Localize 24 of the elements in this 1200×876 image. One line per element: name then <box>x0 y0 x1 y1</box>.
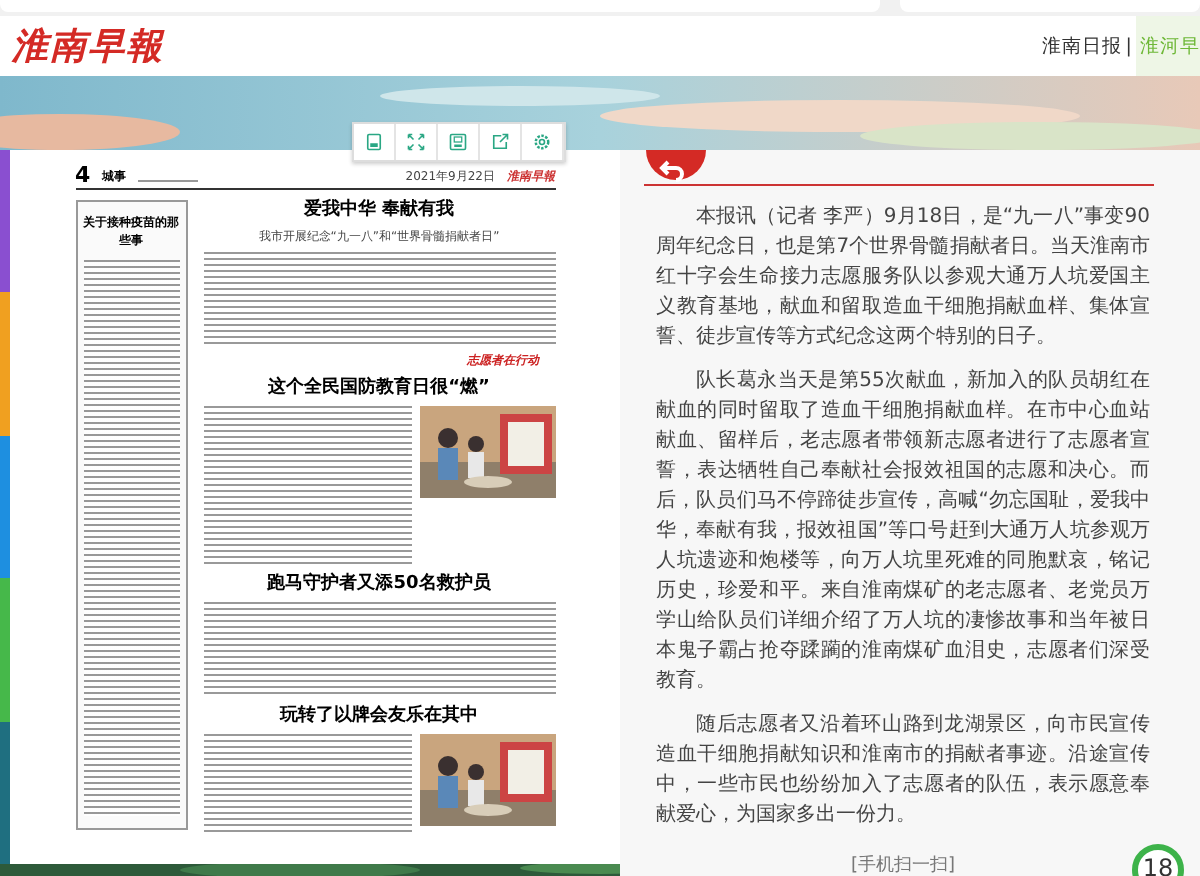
text-lines <box>138 180 199 186</box>
page-icon <box>364 132 384 152</box>
share-icon <box>490 132 510 152</box>
newspaper-logo[interactable]: 淮南早報 <box>12 22 164 70</box>
toolbar-button[interactable] <box>438 124 480 160</box>
scan-link[interactable]: [手机扫一扫] <box>850 852 956 876</box>
toolbar-button[interactable] <box>480 124 522 160</box>
toolbar-button[interactable] <box>522 124 564 160</box>
fullscreen-icon <box>406 132 426 152</box>
article-headline: 跑马守护者又添50名救护员 <box>267 574 491 596</box>
toolbar-button[interactable] <box>396 124 438 160</box>
back-button[interactable] <box>646 150 706 184</box>
separator: | <box>1123 35 1134 57</box>
settings-icon <box>532 132 552 152</box>
page-number: 4 <box>75 166 91 186</box>
article-headline: 这个全民国防教育日很“燃” <box>268 378 490 400</box>
toolbar-button[interactable] <box>354 124 396 160</box>
article-paragraph: 本报讯（记者 李严）9月18日，是“九一八”事变90周年纪念日，也是第7个世界骨髓捐献者日。当天淮南市红十字会生命接力志愿服务队以参观大通万人坑爱国主义教育基地，献血和留取造血干细胞捐献血样、集体宣誓、徒步宣传等方式纪念这两个特别的日子。 <box>656 203 1150 352</box>
article-headline: 爱我中华 奉献有我 <box>303 200 455 222</box>
site-link[interactable]: 淮南日报 <box>1037 16 1122 76</box>
save-icon <box>448 132 468 152</box>
article-paragraph: 随后志愿者又沿着环山路到龙湖景区，向市民宣传造血干细胞捐献知识和淮南市的捐献者事迹。沿途宣传中，一些市民也纷纷加入了志愿者的队伍，表示愿意奉献爱心，为国家多出一份力。 <box>656 711 1150 830</box>
article-paragraph: 队长葛永当天是第55次献血，新加入的队员胡红在献血的同时留取了造血干细胞捐献血样。在市中心血站献血、留样后，老志愿者带领新志愿者进行了志愿者宣誓，表达牺牲自己奉献社会报效祖国的志愿和决心。而后，队员们马不停蹄徒步宣传，高喊“勿忘国耻，爱我中华，奉献有我，报效祖国”等口号赶到大通万人坑参观万人坑遗迹和炮楼等，向万人坑里死难的同胞默哀，铭记历史，珍爱和平。来自淮南煤矿的老志愿者、老党员万学山给队员们详细介绍了万人坑的凄惨故事和当年被日本鬼子霸占抢夺蹂躏的淮南煤矿血泪史，志愿者们深受教育。 <box>656 367 1150 696</box>
article-headline: 玩转了以牌会友乐在其中 <box>280 706 478 728</box>
